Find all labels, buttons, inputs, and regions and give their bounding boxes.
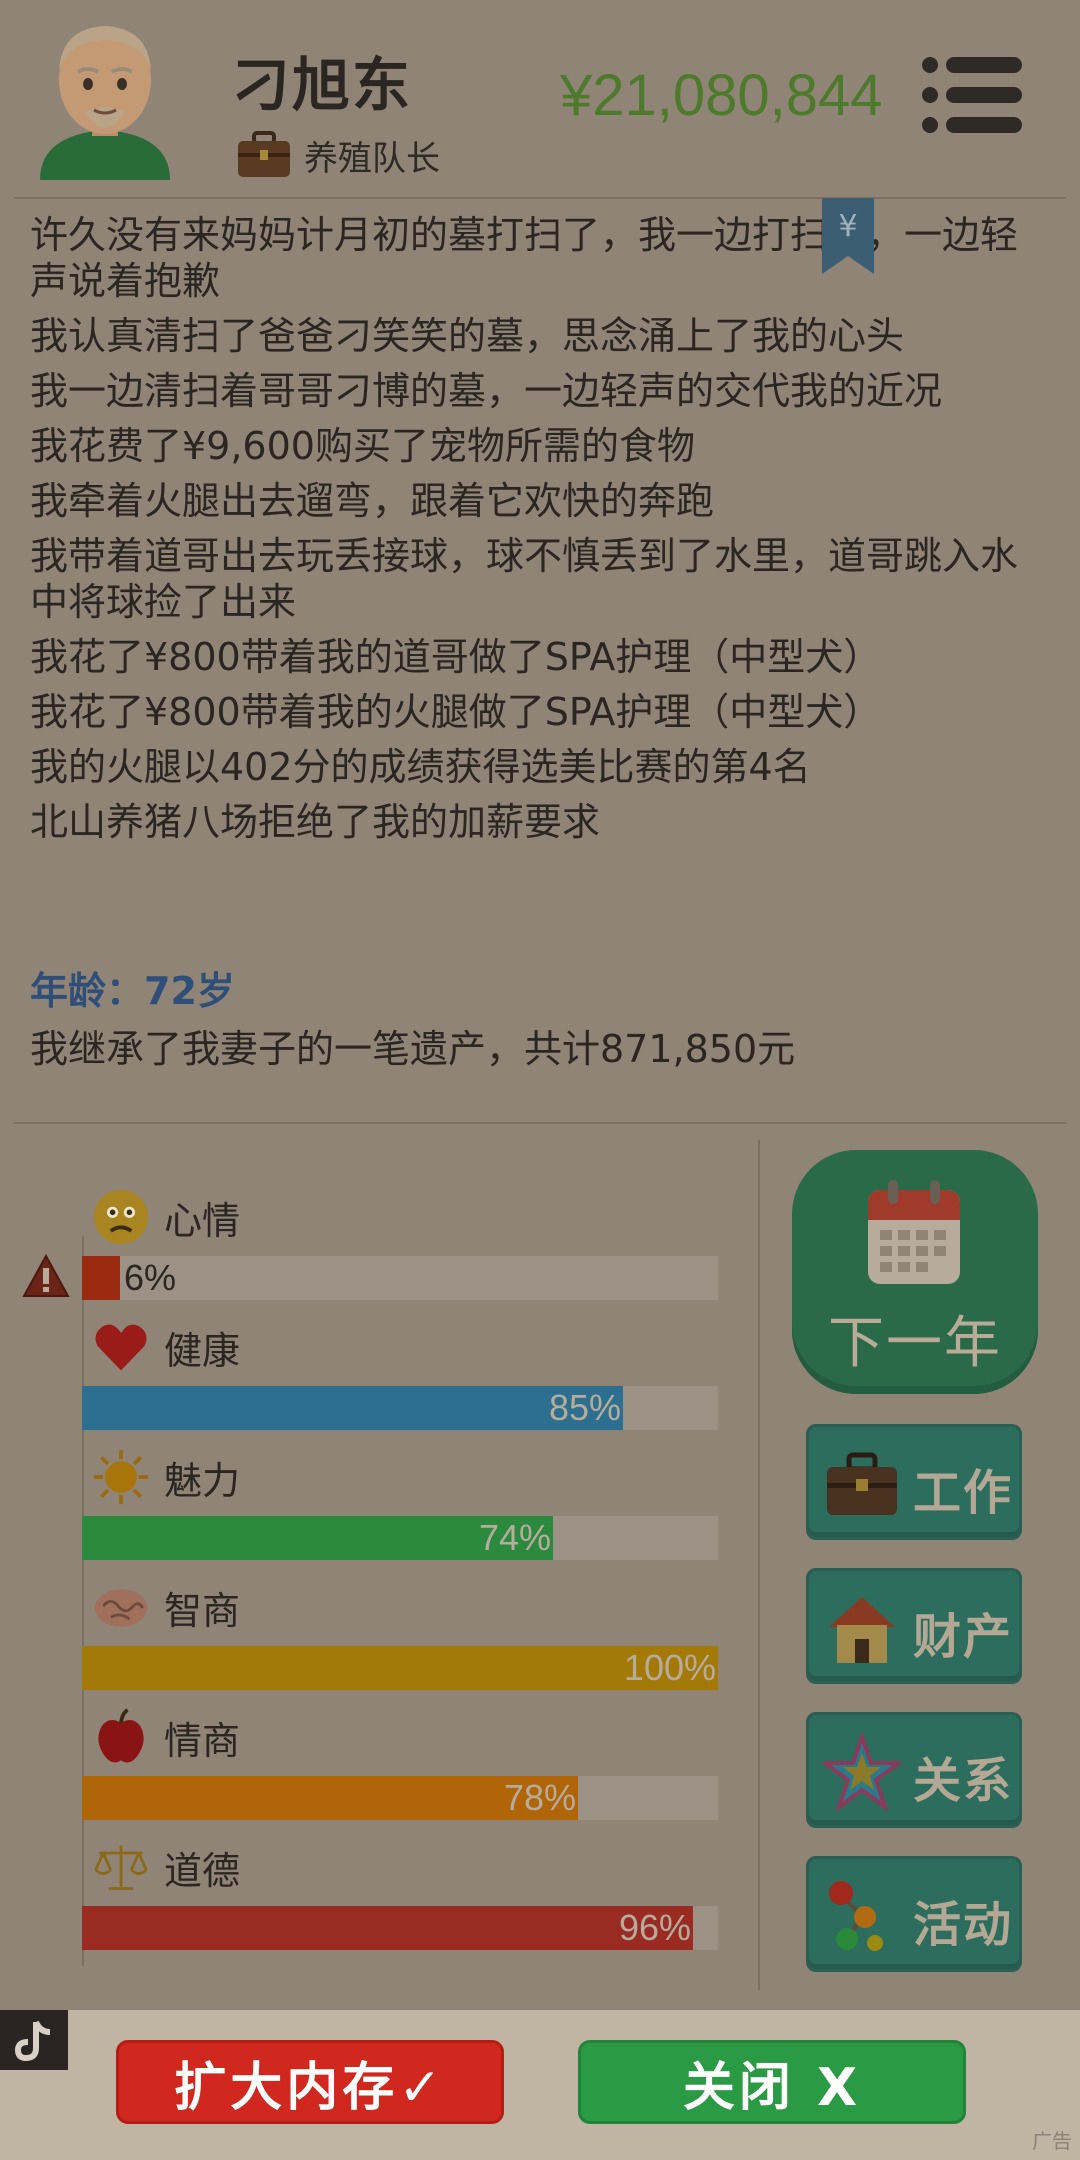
brain-icon bbox=[90, 1576, 152, 1638]
stat-label: 情商 bbox=[164, 1718, 241, 1763]
stat-label: 魅力 bbox=[164, 1458, 241, 1503]
ad-close-label: 关闭 X bbox=[682, 2057, 862, 2118]
stat-bar: 74% bbox=[82, 1516, 718, 1560]
scales-icon bbox=[90, 1836, 152, 1898]
stat-bar-fill bbox=[82, 1386, 623, 1430]
activities-button[interactable]: 活动 bbox=[806, 1856, 1022, 1972]
log-entry: 许久没有来妈妈计月初的墓打扫了，我一边打扫着，一边轻声说着抱歉 bbox=[30, 213, 1019, 303]
stat-header: 道德 bbox=[90, 1836, 240, 1898]
activities-icon bbox=[829, 1881, 883, 1951]
relations-label: 关系 bbox=[913, 1753, 1014, 1809]
log-entry: 我花了¥800带着我的道哥做了SPA护理（中型犬） bbox=[30, 635, 882, 679]
log-entry: 我花了¥800带着我的火腿做了SPA护理（中型犬） bbox=[30, 690, 882, 734]
stat-bar: 96% bbox=[82, 1906, 718, 1950]
log-entry: 我花费了¥9,600购买了宠物所需的食物 bbox=[30, 424, 695, 468]
stat-bar: 100% bbox=[82, 1646, 718, 1690]
apple-icon bbox=[90, 1706, 152, 1768]
property-button[interactable]: 财产 bbox=[806, 1568, 1022, 1684]
stat-bar-fill bbox=[82, 1906, 693, 1950]
next-year-button[interactable]: 下一年 bbox=[792, 1150, 1038, 1394]
stat-label: 智商 bbox=[164, 1588, 241, 1633]
header: 刁旭东 养殖队长 ¥21,080,844 bbox=[0, 0, 1080, 198]
stat-bar: 6% bbox=[82, 1256, 718, 1300]
next-year-label: 下一年 bbox=[828, 1311, 1002, 1376]
log-divider bbox=[14, 1122, 1066, 1124]
stat-bar: 85% bbox=[82, 1386, 718, 1430]
briefcase-icon bbox=[827, 1452, 897, 1515]
job-label: 养殖队长 bbox=[304, 138, 440, 179]
log-entry: 我认真清扫了爸爸刁笑笑的墓，思念涌上了我的心头 bbox=[30, 314, 905, 358]
stat-header: 智商 bbox=[90, 1576, 240, 1638]
character-name: 刁旭东 bbox=[232, 51, 413, 119]
avatar[interactable] bbox=[30, 10, 180, 180]
worried-face-icon bbox=[90, 1186, 152, 1248]
stat-header: 心情 bbox=[90, 1186, 240, 1248]
stats-divider bbox=[758, 1140, 760, 1990]
stat-bar-fill bbox=[82, 1646, 718, 1690]
money-balance: ¥21,080,844 bbox=[560, 63, 883, 128]
age-line: 年龄：72岁 bbox=[30, 969, 235, 1013]
stat-percent: 100% bbox=[623, 1647, 716, 1688]
house-icon bbox=[829, 1597, 895, 1663]
stat-label: 健康 bbox=[164, 1328, 241, 1373]
stat-header: 健康 bbox=[90, 1316, 240, 1378]
log-entry: 北山养猪八场拒绝了我的加薪要求 bbox=[30, 800, 601, 844]
property-label: 财产 bbox=[913, 1609, 1014, 1665]
star-icon bbox=[823, 1733, 901, 1811]
log-entry: 我带着道哥出去玩丢接球，球不慎丢到了水里，道哥跳入水中将球捡了出来 bbox=[30, 534, 1019, 624]
stats-axis-line bbox=[82, 1236, 84, 1966]
activities-label: 活动 bbox=[913, 1897, 1014, 1953]
stat-percent: 96% bbox=[618, 1907, 691, 1948]
stat-header: 魅力 bbox=[90, 1446, 240, 1508]
heart-icon bbox=[90, 1316, 152, 1378]
menu-icon[interactable] bbox=[920, 55, 1024, 135]
warning-icon bbox=[22, 1254, 70, 1297]
ad-tag: 广告 bbox=[1032, 2129, 1072, 2153]
stat-label: 心情 bbox=[164, 1198, 241, 1243]
stat-bar: 78% bbox=[82, 1776, 718, 1820]
expand-memory-button[interactable]: 扩大内存✓ bbox=[116, 2040, 504, 2124]
log-entry: 我牵着火腿出去遛弯，跟着它欢快的奔跑 bbox=[30, 479, 715, 523]
ad-close-button[interactable]: 关闭 X bbox=[578, 2040, 966, 2124]
money-bookmark-icon[interactable]: ¥ bbox=[820, 198, 876, 276]
stat-percent: 85% bbox=[548, 1387, 621, 1428]
stat-label: 道德 bbox=[164, 1848, 241, 1893]
svg-text:¥: ¥ bbox=[838, 209, 857, 244]
stat-percent: 78% bbox=[503, 1777, 576, 1818]
event-log: 许久没有来妈妈计月初的墓打扫了，我一边打扫着，一边轻声说着抱歉 我认真清扫了爸爸… bbox=[30, 212, 1050, 854]
job-title: 养殖队长 bbox=[236, 130, 440, 180]
calendar-icon bbox=[868, 1180, 960, 1284]
work-label: 工作 bbox=[913, 1465, 1014, 1521]
sun-icon bbox=[90, 1446, 152, 1508]
log-entry: 我的火腿以402分的成绩获得选美比赛的第4名 bbox=[30, 745, 811, 789]
work-button[interactable]: 工作 bbox=[806, 1424, 1022, 1540]
stat-header: 情商 bbox=[90, 1706, 240, 1768]
stat-percent: 74% bbox=[478, 1517, 551, 1558]
expand-memory-label: 扩大内存✓ bbox=[174, 2057, 446, 2118]
inheritance-line: 我继承了我妻子的一笔遗产，共计871,850元 bbox=[30, 1027, 796, 1071]
stat-bar-fill bbox=[82, 1256, 120, 1300]
tiktok-icon[interactable] bbox=[0, 2010, 68, 2070]
header-divider bbox=[14, 197, 1066, 199]
relations-button[interactable]: 关系 bbox=[806, 1712, 1022, 1828]
log-entry: 我一边清扫着哥哥刁博的墓，一边轻声的交代我的近况 bbox=[30, 369, 943, 413]
briefcase-icon bbox=[238, 131, 290, 177]
stat-percent: 6% bbox=[124, 1257, 177, 1298]
